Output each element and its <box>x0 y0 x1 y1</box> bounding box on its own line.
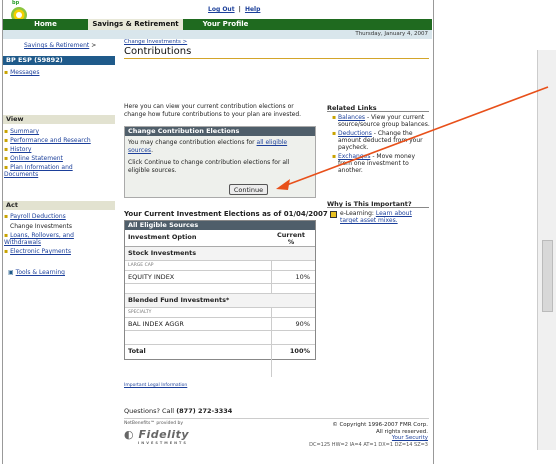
annotation-arrow <box>276 86 549 190</box>
